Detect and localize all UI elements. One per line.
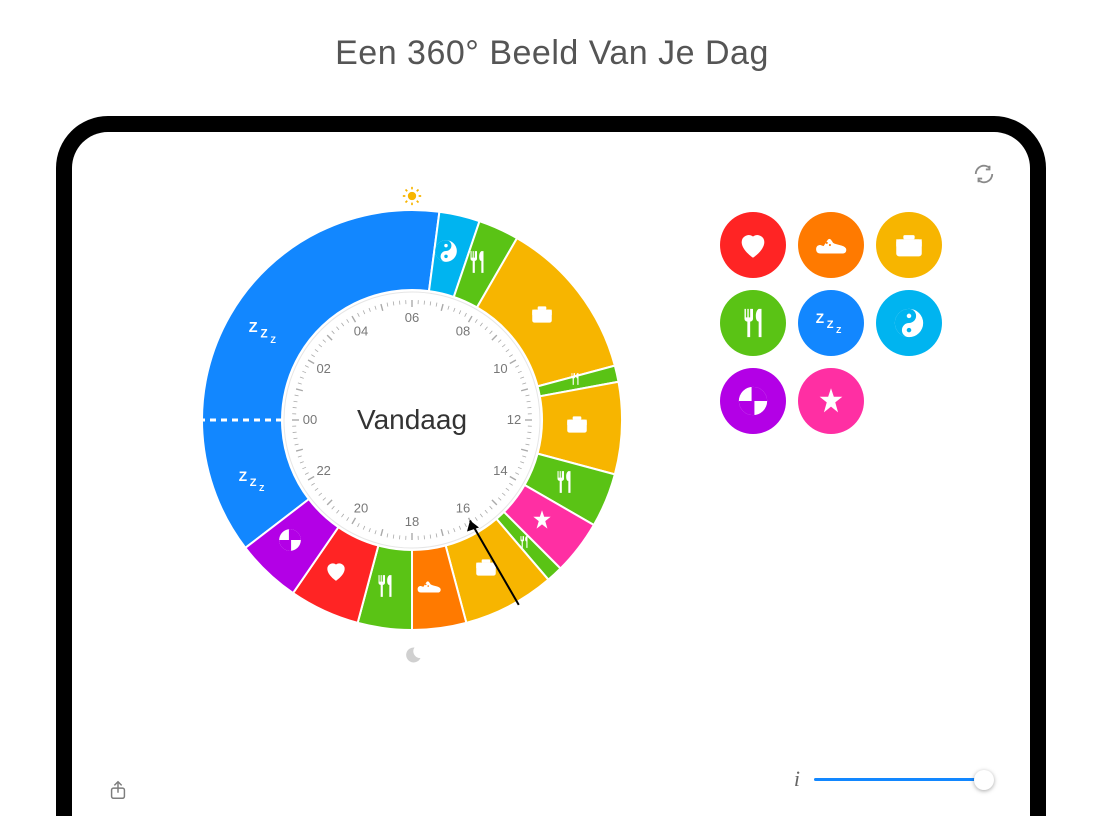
hour-label-08: 08 xyxy=(456,324,470,339)
palette-beachball[interactable] xyxy=(720,368,786,434)
palette-sleep[interactable]: Z Z Z xyxy=(798,290,864,356)
hour-label-22: 22 xyxy=(316,463,330,478)
share-button[interactable] xyxy=(104,776,132,804)
page-title: Een 360° Beeld Van Je Dag xyxy=(0,34,1104,73)
hour-label-04: 04 xyxy=(354,324,368,339)
hour-label-02: 02 xyxy=(316,361,330,376)
svg-text:Z: Z xyxy=(259,483,264,493)
refresh-button[interactable] xyxy=(970,160,998,188)
svg-text:Z: Z xyxy=(249,320,258,336)
slider-track[interactable] xyxy=(814,778,984,781)
zoom-slider[interactable]: i xyxy=(794,766,984,792)
app-screen: Z Z Z Z Z Z 000204060810121416182022 Van… xyxy=(84,144,1018,816)
palette-briefcase[interactable] xyxy=(876,212,942,278)
svg-text:Z: Z xyxy=(270,335,276,345)
svg-text:Z: Z xyxy=(816,311,824,326)
palette-yinyang[interactable] xyxy=(876,290,942,356)
palette-star[interactable] xyxy=(798,368,864,434)
clock-center-label: Vandaag xyxy=(192,404,632,436)
hour-label-16: 16 xyxy=(456,500,470,515)
hour-label-14: 14 xyxy=(493,463,507,478)
hour-label-20: 20 xyxy=(354,500,368,515)
palette-heart[interactable] xyxy=(720,212,786,278)
category-palette: Z Z Z xyxy=(720,212,944,436)
day-clock[interactable]: Z Z Z Z Z Z 000204060810121416182022 Van… xyxy=(192,200,632,640)
palette-shoe[interactable] xyxy=(798,212,864,278)
hour-label-18: 18 xyxy=(405,514,419,529)
hour-label-10: 10 xyxy=(493,361,507,376)
svg-text:Z: Z xyxy=(260,327,267,340)
svg-text:Z: Z xyxy=(827,319,834,331)
slider-thumb[interactable] xyxy=(974,770,994,790)
hour-label-06: 06 xyxy=(405,310,419,325)
palette-food[interactable] xyxy=(720,290,786,356)
svg-text:Z: Z xyxy=(250,477,257,489)
moon-icon xyxy=(404,646,422,664)
svg-text:Z: Z xyxy=(239,469,247,484)
svg-text:Z: Z xyxy=(836,325,841,335)
info-icon[interactable]: i xyxy=(794,766,800,792)
tablet-frame: Z Z Z Z Z Z 000204060810121416182022 Van… xyxy=(56,116,1046,816)
